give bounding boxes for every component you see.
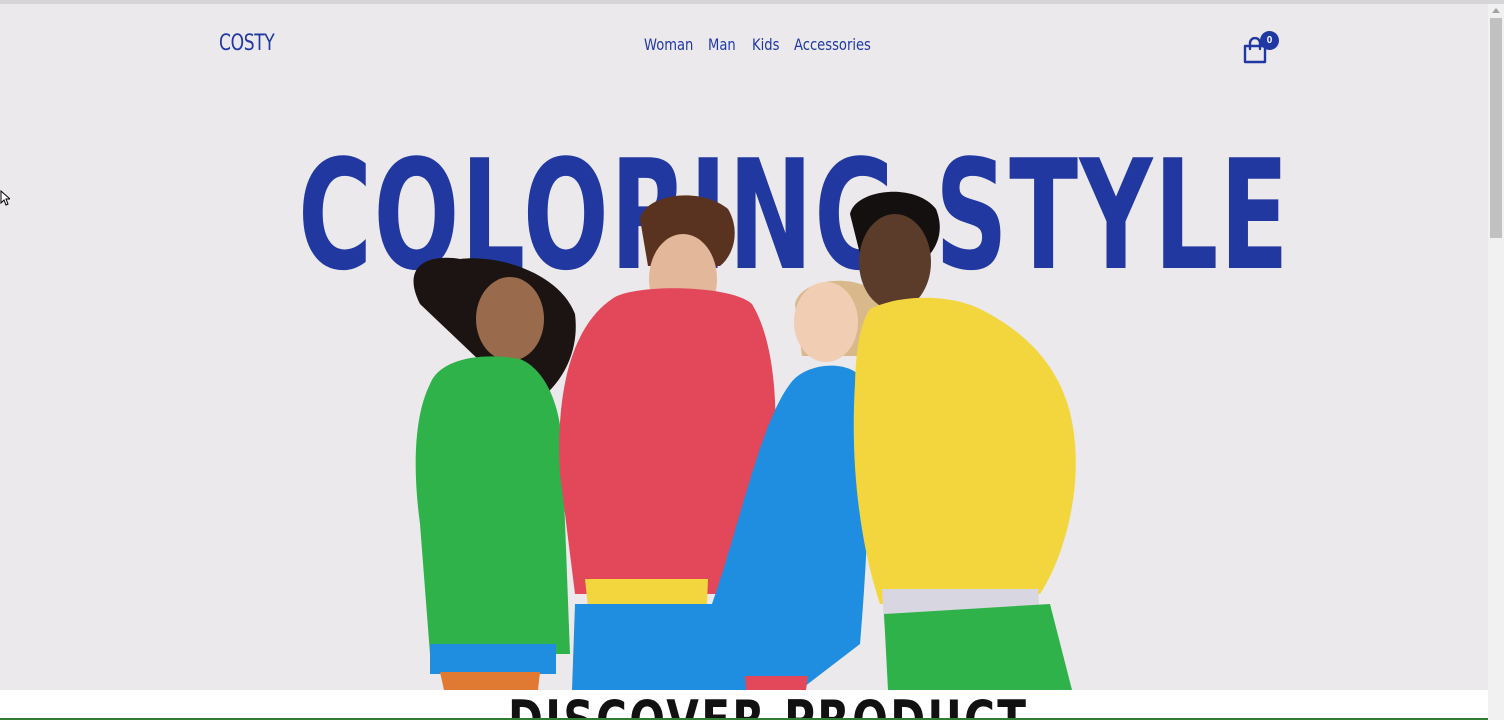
scrollbar-thumb[interactable] <box>1490 18 1502 238</box>
section-heading: DISCOVER PRODUCT <box>508 694 1028 720</box>
hero-page: COSTY Woman Man Kids Accessories 0 COLOR… <box>0 4 1488 690</box>
discover-section: DISCOVER PRODUCT <box>0 690 1488 720</box>
hero-models-image <box>413 191 1076 690</box>
vertical-scrollbar[interactable] <box>1488 4 1504 720</box>
model-green-hoodie <box>413 257 576 690</box>
scroll-up-arrow-icon[interactable] <box>1492 8 1500 13</box>
mouse-pointer-icon <box>0 190 10 206</box>
model-yellow-hoodie <box>850 191 1076 690</box>
